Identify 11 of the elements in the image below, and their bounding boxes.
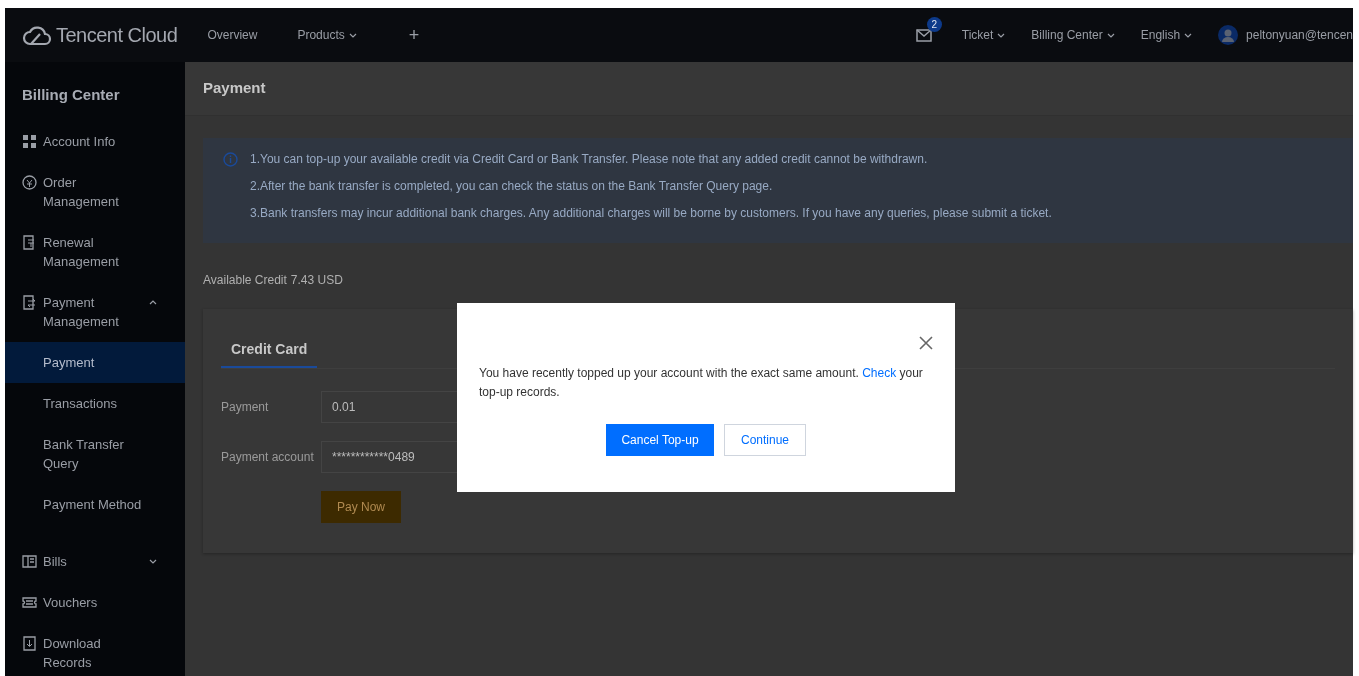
credit-label: Available Credit (203, 272, 287, 289)
notice-text: 1.You can top-up your available credit via Credit Card or Bank Transfer. Please note that any added credit cannot be withdrawn. (250, 151, 929, 168)
notice-text: 3.Bank transfers may incur additional bank charges. Any additional charges will be borne by customers. If you have any queries, please submit a ticket. (250, 205, 1052, 222)
notice-text: 2.After the bank transfer is completed, you can check the status on the Bank Transfer Query page. (250, 178, 774, 195)
field-label: Payment account (221, 449, 315, 466)
logo-text: Tencent Cloud (56, 23, 178, 48)
sidebar-title: Billing Center (21, 85, 121, 105)
field-label: Payment (221, 399, 270, 416)
dialog-message: You have recently topped up your account with the exact same amount. Check your top-up records. (479, 365, 924, 401)
count-badge: 2 (926, 17, 942, 32)
credit-value: 7.43 USD (290, 272, 343, 289)
